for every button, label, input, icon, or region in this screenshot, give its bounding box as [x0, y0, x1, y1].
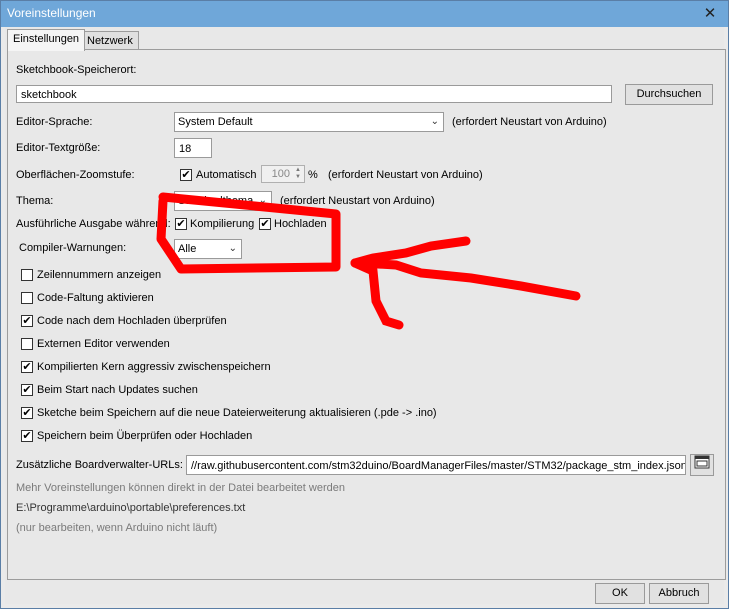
zoom-unit: %: [308, 169, 318, 181]
text-size-label: Editor-Textgröße:: [16, 142, 101, 154]
option-2-checkbox[interactable]: ✔: [21, 315, 33, 327]
option-4-label: Kompilierten Kern aggressiv zwischenspei…: [37, 361, 271, 373]
zoom-note: (erfordert Neustart von Arduino): [328, 169, 483, 181]
option-1-label: Code-Faltung aktivieren: [37, 292, 154, 304]
sketchbook-label: Sketchbook-Speicherort:: [16, 64, 137, 76]
text-size-input[interactable]: 18: [174, 138, 212, 158]
board-urls-label: Zusätzliche Boardverwalter-URLs:: [16, 459, 183, 471]
browse-button[interactable]: Durchsuchen: [625, 84, 713, 105]
zoom-label: Oberflächen-Zoomstufe:: [16, 169, 135, 181]
preferences-window: Voreinstellungen ✕ Einstellungen Netzwer…: [0, 0, 729, 609]
spinner-up-icon[interactable]: ▲: [293, 167, 303, 174]
verbose-compile-label: Kompilierung: [190, 218, 255, 230]
prefs-path-text: E:\Programme\arduino\portable\preference…: [16, 502, 246, 514]
verbose-label: Ausführliche Ausgabe während:: [16, 218, 171, 230]
verbose-upload-label: Hochladen: [274, 218, 327, 230]
option-3-label: Externen Editor verwenden: [37, 338, 170, 350]
verbose-upload-checkbox[interactable]: ✔: [259, 218, 271, 230]
editor-language-value: System Default: [178, 116, 253, 128]
ok-button[interactable]: OK: [595, 583, 645, 604]
window-list-icon: [694, 455, 710, 469]
theme-note: (erfordert Neustart von Arduino): [280, 195, 435, 207]
option-6-checkbox[interactable]: ✔: [21, 407, 33, 419]
option-3-checkbox[interactable]: [21, 338, 33, 350]
dialog-client: Einstellungen Netzwerk Sketchbook-Speich…: [5, 27, 726, 604]
spinner-down-icon[interactable]: ▼: [293, 174, 303, 181]
editor-language-label: Editor-Sprache:: [16, 116, 93, 128]
warnings-label: Compiler-Warnungen:: [19, 242, 127, 254]
board-urls-edit-button[interactable]: [690, 454, 714, 476]
option-7-label: Speichern beim Überprüfen oder Hochladen: [37, 430, 253, 442]
option-0-checkbox[interactable]: [21, 269, 33, 281]
option-1-checkbox[interactable]: [21, 292, 33, 304]
zoom-spinner[interactable]: 100 ▲ ▼: [261, 165, 305, 183]
option-4-checkbox[interactable]: ✔: [21, 361, 33, 373]
settings-panel: Sketchbook-Speicherort: sketchbook Durch…: [7, 49, 726, 580]
chevron-down-icon: ⌄: [228, 243, 237, 254]
warnings-value: Alle: [178, 243, 197, 255]
more-prefs-text: Mehr Voreinstellungen können direkt in d…: [16, 482, 345, 494]
theme-value: Standardthema: [178, 195, 254, 207]
verbose-compile-checkbox[interactable]: ✔: [175, 218, 187, 230]
zoom-value: 100: [271, 168, 290, 180]
theme-select[interactable]: Standardthema ⌄: [174, 191, 272, 211]
chevron-down-icon: ⌄: [258, 195, 267, 206]
prefs-edit-note: (nur bearbeiten, wenn Arduino nicht läuf…: [16, 522, 218, 534]
zoom-auto-label: Automatisch: [196, 169, 257, 181]
theme-label: Thema:: [16, 195, 54, 207]
option-5-checkbox[interactable]: ✔: [21, 384, 33, 396]
sketchbook-path-input[interactable]: sketchbook: [16, 85, 612, 103]
editor-language-note: (erfordert Neustart von Arduino): [452, 116, 607, 128]
option-0-label: Zeilennummern anzeigen: [37, 269, 162, 281]
tab-einstellungen[interactable]: Einstellungen: [7, 29, 86, 51]
chevron-down-icon: ⌄: [430, 116, 439, 127]
close-icon[interactable]: ✕: [698, 5, 722, 23]
cancel-button[interactable]: Abbruch: [649, 583, 709, 604]
option-6-label: Sketche beim Speichern auf die neue Date…: [37, 407, 437, 419]
tab-netzwerk[interactable]: Netzwerk: [81, 31, 139, 51]
option-7-checkbox[interactable]: ✔: [21, 430, 33, 442]
zoom-auto-checkbox[interactable]: ✔: [180, 169, 192, 181]
board-urls-input[interactable]: //raw.githubusercontent.com/stm32duino/B…: [186, 455, 686, 475]
warnings-select[interactable]: Alle ⌄: [174, 239, 242, 259]
window-title: Voreinstellungen: [7, 6, 96, 20]
editor-language-select[interactable]: System Default ⌄: [174, 112, 444, 132]
option-2-label: Code nach dem Hochladen überprüfen: [37, 315, 227, 327]
option-5-label: Beim Start nach Updates suchen: [37, 384, 198, 396]
title-bar[interactable]: Voreinstellungen ✕: [1, 1, 728, 27]
